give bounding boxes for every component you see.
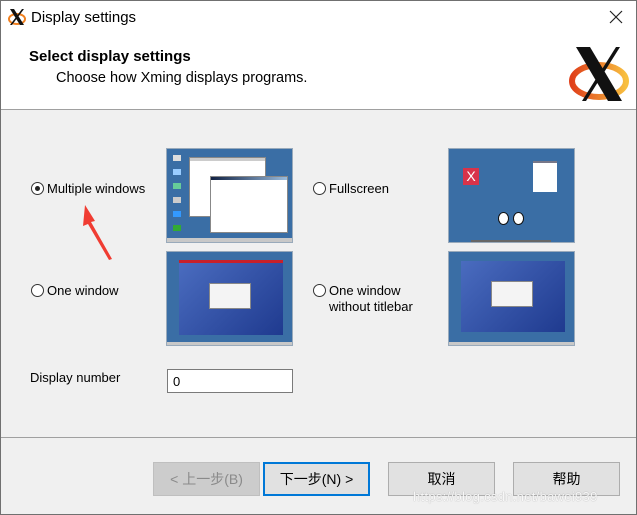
back-button[interactable]: < 上一步(B): [153, 462, 260, 496]
display-number-label: Display number: [30, 370, 121, 385]
radio-circle[interactable]: [313, 284, 326, 297]
fullscreen-preview: X: [448, 148, 575, 243]
xming-window: [461, 261, 565, 332]
xming-x-icon: [8, 9, 26, 25]
radio-multiple-windows[interactable]: Multiple windows: [31, 181, 145, 197]
radio-one-window-without-titlebar[interactable]: One window without titlebar: [313, 283, 413, 315]
display-number-input[interactable]: [167, 369, 293, 393]
annotation-arrow: [83, 205, 112, 260]
xeyes-window: [498, 212, 524, 225]
xlogo-window: X: [463, 168, 479, 185]
bottom-bar: [471, 240, 551, 242]
radio-label: One window without titlebar: [329, 283, 413, 315]
window-title: Display settings: [31, 9, 137, 26]
radio-label-line1: One window: [329, 283, 401, 298]
radio-label: One window: [47, 283, 119, 298]
xming-window: [179, 260, 283, 335]
wizard-header: Select display settings Choose how Xming…: [1, 33, 636, 110]
radio-label-line2: without titlebar: [329, 299, 413, 314]
taskbar: [167, 342, 292, 345]
multiple-windows-preview: [166, 148, 293, 243]
radio-fullscreen[interactable]: Fullscreen: [313, 181, 389, 197]
xclock-window: [533, 161, 557, 192]
next-button[interactable]: 下一步(N) >: [263, 462, 370, 496]
dialog-thumbnail: [209, 283, 251, 309]
desktop-icons: [173, 155, 183, 231]
xterm-window-2: [210, 176, 288, 233]
close-icon[interactable]: [606, 7, 626, 27]
radio-circle[interactable]: [31, 284, 44, 297]
taskbar: [167, 238, 292, 242]
header-subtitle: Choose how Xming displays programs.: [56, 70, 308, 86]
taskbar: [449, 342, 574, 345]
radio-circle[interactable]: [313, 182, 326, 195]
footer-divider: [1, 437, 636, 438]
display-settings-dialog: Display settings Select display settings…: [0, 0, 637, 515]
title-bar: Display settings: [1, 1, 636, 33]
radio-label: Multiple windows: [47, 181, 146, 196]
radio-circle-checked[interactable]: [31, 182, 44, 195]
watermark-text: https://blog.csdn.net/bawei939: [413, 489, 598, 504]
one-window-no-titlebar-preview: [448, 251, 575, 346]
dialog-thumbnail: [491, 281, 533, 307]
header-title: Select display settings: [29, 48, 191, 65]
radio-label: Fullscreen: [329, 181, 389, 196]
one-window-preview: [166, 251, 293, 346]
xming-logo: [569, 47, 629, 101]
radio-one-window[interactable]: One window: [31, 283, 119, 299]
